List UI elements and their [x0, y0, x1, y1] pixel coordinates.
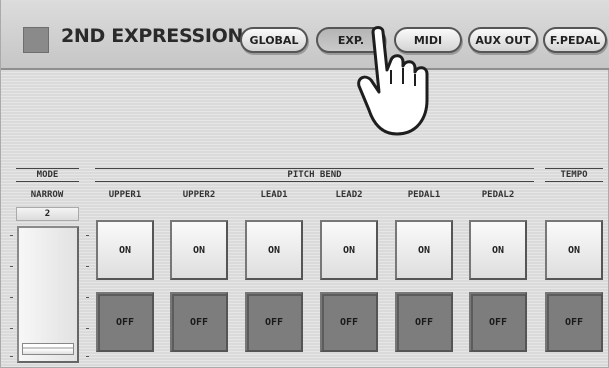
tempo-off-button[interactable]: OFF [545, 292, 603, 352]
slider-tick [86, 356, 89, 357]
section-tempo-label: TEMPO [560, 170, 588, 180]
mode-rule-top [16, 168, 79, 169]
section-pitch-bend-label: PITCH BEND [287, 170, 342, 180]
tab-aux-out[interactable]: AUX OUT [468, 27, 538, 53]
mode-slider[interactable] [17, 226, 79, 363]
slider-tick [86, 297, 89, 298]
lead1-off-button[interactable]: OFF [245, 292, 303, 352]
mode-value: 2 [16, 207, 79, 221]
pitch-bend-upper1-label: UPPER1 [108, 190, 142, 200]
slider-tick [10, 235, 13, 236]
slider-tick [10, 328, 13, 329]
lead2-on-button[interactable]: ON [320, 220, 378, 280]
slider-tick [10, 297, 13, 298]
pedal2-off-button[interactable]: OFF [469, 292, 527, 352]
tempo-on-button[interactable]: ON [545, 220, 603, 280]
title-square-icon [23, 27, 49, 53]
pedal1-off-button[interactable]: OFF [395, 292, 453, 352]
mode-rule-bottom [16, 181, 79, 182]
pitch-bend-rule-bottom [95, 181, 534, 182]
pitch-bend-rule-top [95, 168, 534, 169]
pitch-bend-pedal2-label: PEDAL2 [481, 190, 515, 200]
page-title: 2ND EXPRESSION [61, 25, 244, 47]
upper2-off-button[interactable]: OFF [170, 292, 228, 352]
pedal1-on-button[interactable]: ON [395, 220, 453, 280]
pitch-bend-lead1-label: LEAD1 [260, 190, 288, 200]
section-mode-label: MODE [36, 170, 59, 180]
upper1-off-button[interactable]: OFF [96, 292, 154, 352]
upper1-on-button[interactable]: ON [96, 220, 154, 280]
pointing-hand-icon [357, 26, 429, 136]
upper2-on-button[interactable]: ON [170, 220, 228, 280]
slider-tick [86, 266, 89, 267]
slider-tick [10, 356, 13, 357]
tempo-rule-bottom [545, 181, 603, 182]
tab-global[interactable]: GLOBAL [240, 27, 308, 53]
slider-tick [86, 328, 89, 329]
slider-tick [86, 235, 89, 236]
pitch-bend-pedal1-label: PEDAL1 [407, 190, 441, 200]
tab-f-pedal[interactable]: F.PEDAL [543, 27, 607, 53]
pitch-bend-lead2-label: LEAD2 [335, 190, 363, 200]
tempo-rule-top [545, 168, 603, 169]
lead1-on-button[interactable]: ON [245, 220, 303, 280]
pitch-bend-upper2-label: UPPER2 [182, 190, 216, 200]
lead2-off-button[interactable]: OFF [320, 292, 378, 352]
pedal2-on-button[interactable]: ON [469, 220, 527, 280]
screen: 2ND EXPRESSION GLOBAL EXP. MIDI AUX OUT … [0, 0, 609, 368]
slider-tick [10, 266, 13, 267]
header: 2ND EXPRESSION GLOBAL EXP. MIDI AUX OUT … [1, 0, 609, 70]
mode-slider-knob[interactable] [22, 343, 74, 355]
mode-label: NARROW [30, 190, 64, 200]
